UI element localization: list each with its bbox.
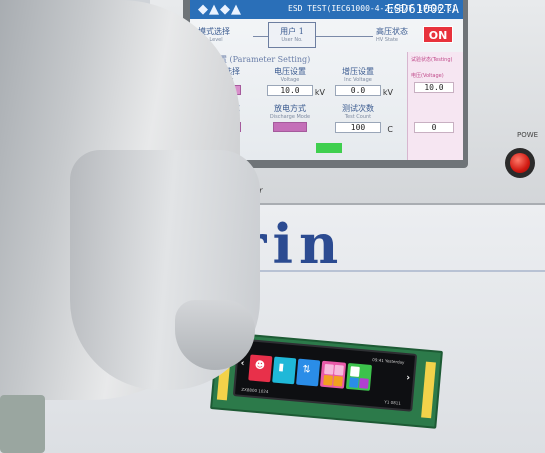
lcd-tile-signal-icon[interactable]: ⇅	[296, 358, 321, 387]
inc-voltage-label-en: Inc Voltage	[344, 77, 372, 83]
user-select-button[interactable]: 用户 1 User No.	[268, 22, 316, 48]
discharge-label-en: Discharge Mode	[269, 114, 311, 120]
lcd-mini-square	[323, 374, 333, 386]
model-text: ESD61002TA	[386, 2, 459, 16]
side-status-label: 试验状态(Testing)	[411, 57, 453, 63]
brand-logo-icon: ◆▲◆▲	[198, 2, 242, 17]
lcd-mini-square	[324, 363, 334, 375]
lcd-tile-person-icon[interactable]: ☻	[248, 354, 273, 383]
lcd-mini-square	[333, 375, 343, 387]
hv-label-en: HV State	[376, 37, 399, 43]
mat-stripe	[250, 270, 545, 272]
lcd-tile-check-icon[interactable]	[345, 362, 373, 391]
voltage-label: 电压设置	[274, 67, 306, 76]
testing-status-panel: 试验状态(Testing) 电压(Voltage) 10.0 0	[407, 52, 463, 160]
hv-on-button[interactable]: ON	[423, 26, 453, 43]
user-label: 用户 1	[280, 27, 304, 36]
lcd-mini-square	[358, 378, 369, 389]
power-switch-icon[interactable]	[510, 153, 530, 173]
side-voltage-value: 10.0	[414, 82, 454, 93]
discharge-value	[273, 122, 307, 132]
discharge-label: 放电方式	[274, 104, 306, 113]
hv-label: 高压状态	[376, 27, 408, 36]
lcd-bottom-left-text: ZX8800 1024	[241, 386, 269, 395]
lcd-tile-grid-icon[interactable]	[319, 360, 347, 389]
test-count-unit: C	[387, 125, 393, 134]
discharge-mode-setting[interactable]: 放电方式 Discharge Mode	[262, 103, 318, 132]
lcd-tile-chart-icon[interactable]: ▮	[272, 356, 297, 385]
voltage-setting[interactable]: 电压设置 Voltage 10.0 kV	[262, 66, 325, 97]
power-label: POWE	[517, 131, 539, 139]
voltage-value: 10.0	[267, 85, 313, 96]
lcd-bottom-right-text: Y1 0811	[384, 399, 402, 406]
inc-voltage-setting[interactable]: 增压设置 Inc Voltage 0.0 kV	[330, 66, 393, 97]
lcd-mini-square	[349, 377, 359, 388]
voltage-label-en: Voltage	[280, 77, 300, 83]
glove-cuff	[0, 395, 45, 453]
inc-voltage-label: 增压设置	[342, 67, 374, 76]
side-count-value: 0	[414, 122, 454, 133]
screen-banner: ◆▲◆▲ ESD TEST(IEC61000-4-2;GB/T 17626.2)…	[190, 0, 463, 19]
start-button[interactable]	[316, 143, 342, 153]
lcd-right-arrow-icon[interactable]: ›	[406, 373, 411, 383]
mode-label: 模式选择	[198, 27, 230, 36]
voltage-unit: kV	[314, 88, 325, 97]
hv-state-label-group: 高压状态 HV State	[376, 26, 418, 48]
side-voltage-label: 电压(Voltage)	[411, 73, 444, 79]
pcb-connector-right	[421, 361, 436, 419]
lcd-mini-square	[349, 366, 360, 377]
user-label-en: User No.	[281, 37, 303, 43]
lcd-mini-square	[334, 364, 344, 376]
inc-voltage-unit: kV	[382, 88, 393, 97]
lcd-time: 09:41 Yesterday	[372, 357, 405, 365]
inc-voltage-value: 0.0	[335, 85, 381, 96]
photo-scene: ◆▲◆▲ ESD TEST(IEC61000-4-2;GB/T 17626.2)…	[0, 0, 545, 453]
test-count-label-en: Test Count	[344, 114, 372, 120]
test-count-value: 100	[335, 122, 381, 133]
test-count-label: 测试次数	[342, 104, 374, 113]
test-count-setting[interactable]: 测试次数 Test Count 100 C	[330, 103, 393, 134]
